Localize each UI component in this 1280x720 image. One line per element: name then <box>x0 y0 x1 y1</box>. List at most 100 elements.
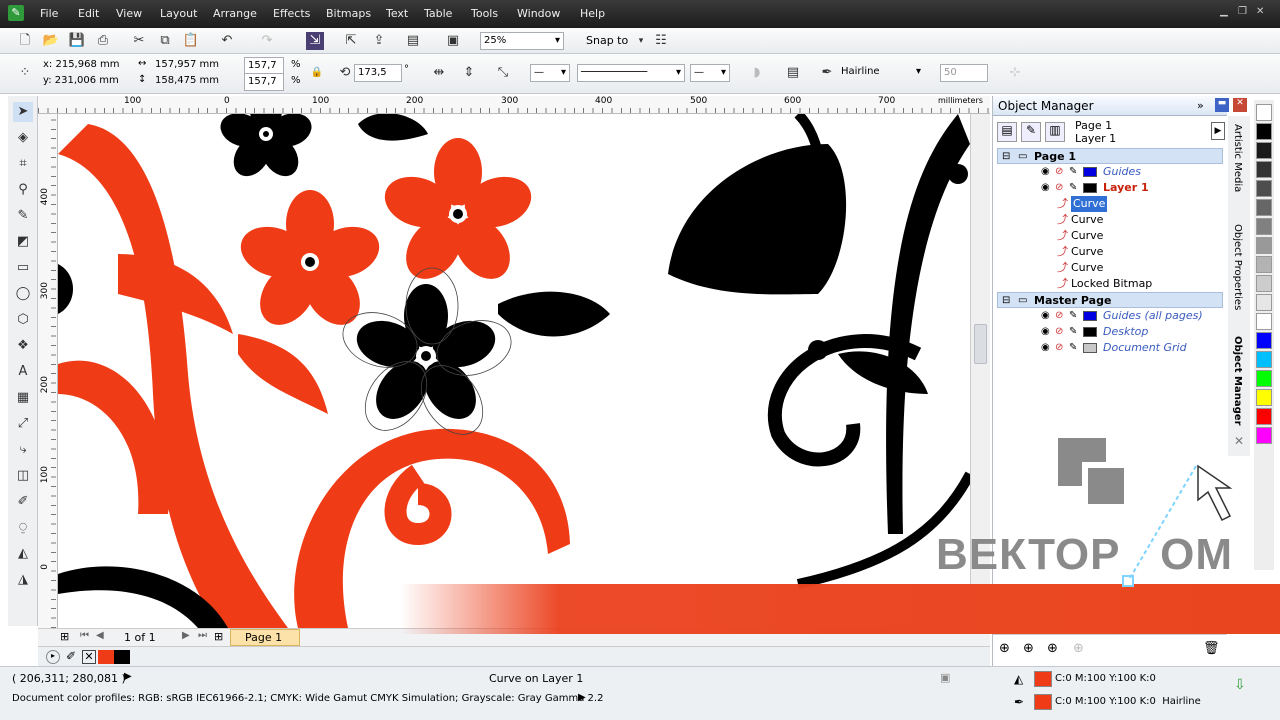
tab-artistic-media[interactable]: Artistic Media <box>1232 124 1243 192</box>
palette-swatch[interactable] <box>1256 351 1272 368</box>
lock-toggle-icon[interactable]: ✎ <box>1069 164 1077 180</box>
print-toggle-icon[interactable]: ⊘ <box>1055 164 1063 180</box>
palette-swatch[interactable] <box>1256 370 1272 387</box>
tree-layer-node[interactable]: ◉ ⊘ ✎ Layer 1 <box>997 180 1223 196</box>
tree-object-node[interactable]: ⤴ Locked Bitmap <box>997 276 1223 292</box>
welcome-screen-icon[interactable]: ▣ <box>444 32 462 50</box>
red-swatch[interactable] <box>98 650 114 664</box>
tab-object-manager[interactable]: Object Manager <box>1232 336 1243 426</box>
outline-tool-icon[interactable]: ⍜ <box>13 518 33 538</box>
to-curve-icon[interactable]: ⤡ <box>494 64 512 82</box>
tree-object-node[interactable]: ⤴ Curve <box>997 260 1223 276</box>
palette-swatch[interactable] <box>1256 294 1272 311</box>
add-page-icon[interactable]: ⊞ <box>60 630 69 643</box>
lock-toggle-icon[interactable]: ✎ <box>1069 308 1077 324</box>
tree-page-node[interactable]: ⊟ ▭ Page 1 <box>997 148 1223 164</box>
shape-tool-icon[interactable]: ◈ <box>13 128 33 148</box>
dimension-tool-icon[interactable]: ⤢ <box>13 414 33 434</box>
outline-width-select[interactable]: Hairline <box>838 64 924 82</box>
visibility-icon[interactable]: ◉ <box>1041 340 1050 356</box>
open-icon[interactable]: 📂 <box>42 32 60 50</box>
connector-tool-icon[interactable]: ⤷ <box>13 440 33 460</box>
add-page-after-icon[interactable]: ⊞ <box>214 630 223 643</box>
print-toggle-icon[interactable]: ⊘ <box>1055 180 1063 196</box>
palette-swatch[interactable] <box>1256 332 1272 349</box>
menu-arrange[interactable]: Arrange <box>213 7 257 20</box>
new-document-icon[interactable]: 🗋 <box>16 32 34 50</box>
reference-point-icon[interactable]: ⁘ <box>16 64 34 82</box>
menu-table[interactable]: Table <box>424 7 452 20</box>
outline-swatch[interactable] <box>1034 694 1052 710</box>
palette-swatch[interactable] <box>1256 180 1272 197</box>
visibility-icon[interactable]: ◉ <box>1041 164 1050 180</box>
menu-view[interactable]: View <box>116 7 142 20</box>
lock-toggle-icon[interactable]: ✎ <box>1069 324 1077 340</box>
tree-page-node[interactable]: ⊟ ▭ Master Page <box>997 292 1223 308</box>
palette-swatch[interactable] <box>1256 313 1272 330</box>
rectangle-tool-icon[interactable]: ▭ <box>13 258 33 278</box>
new-master-all-icon[interactable]: ⊕ <box>1047 641 1058 656</box>
lock-toggle-icon[interactable]: ✎ <box>1069 340 1077 356</box>
palette-swatch[interactable] <box>1256 256 1272 273</box>
collapse-icon[interactable]: ⊟ <box>1002 293 1010 309</box>
close-icon[interactable]: ✕ <box>1256 7 1266 17</box>
fill-tool-icon[interactable]: ◭ <box>13 544 33 564</box>
menu-edit[interactable]: Edit <box>78 7 99 20</box>
fill-swatch[interactable] <box>1034 671 1052 687</box>
palette-swatch[interactable] <box>1256 275 1272 292</box>
restore-icon[interactable]: ❐ <box>1238 7 1248 17</box>
lock-ratio-icon[interactable]: 🔒 <box>308 64 326 82</box>
show-properties-icon[interactable]: ▤ <box>997 122 1017 142</box>
ellipse-tool-icon[interactable]: ◯ <box>13 284 33 304</box>
tree-layer-node[interactable]: ◉ ⊘ ✎ Guides (all pages) <box>997 308 1223 324</box>
print-icon[interactable]: ⎙ <box>94 32 112 50</box>
print-toggle-icon[interactable]: ⊘ <box>1055 308 1063 324</box>
table-tool-icon[interactable]: ▦ <box>13 388 33 408</box>
expand-icon[interactable]: » <box>1197 99 1204 112</box>
menu-text[interactable]: Text <box>386 7 408 20</box>
blend-tool-icon[interactable]: ◫ <box>13 466 33 486</box>
minimize-icon[interactable]: ▁ <box>1220 7 1230 17</box>
import-icon[interactable]: ⇲ <box>306 32 324 50</box>
menu-window[interactable]: Window <box>517 7 560 20</box>
page-tab[interactable]: Page 1 <box>230 629 300 646</box>
menu-help[interactable]: Help <box>580 7 605 20</box>
line-style-select[interactable]: ─────────── <box>577 64 685 82</box>
mirror-vertical-icon[interactable]: ⇕ <box>460 64 478 82</box>
next-page-icon[interactable]: ▶ <box>182 630 190 641</box>
layer-flyout-icon[interactable]: ▶ <box>1211 122 1225 140</box>
tree-object-node[interactable]: ⤴ Curve <box>997 244 1223 260</box>
new-master-odd-icon[interactable]: ⊕ <box>1073 641 1084 656</box>
cut-icon[interactable]: ✂ <box>130 32 148 50</box>
tree-layer-node[interactable]: ◉ ⊘ ✎ Desktop <box>997 324 1223 340</box>
tree-object-node[interactable]: ⤴ Curve <box>997 228 1223 244</box>
new-master-layer-icon[interactable]: ⊕ <box>1023 641 1034 656</box>
nudge-field[interactable]: 50 <box>940 64 988 82</box>
visibility-icon[interactable]: ◉ <box>1041 324 1050 340</box>
rotation-field[interactable]: 173,5 <box>354 64 402 82</box>
zoom-level-select[interactable]: 25% <box>480 32 564 50</box>
palette-swatch[interactable] <box>1256 123 1272 140</box>
height-field[interactable]: 158,475 mm <box>152 73 228 91</box>
save-icon[interactable]: 💾 <box>68 32 86 50</box>
palette-swatch[interactable] <box>1256 237 1272 254</box>
print-toggle-icon[interactable]: ⊘ <box>1055 340 1063 356</box>
edit-across-layers-icon[interactable]: ✎ <box>1021 122 1041 142</box>
snap-to-button[interactable]: Snap to <box>586 34 628 47</box>
edit-fill-icon[interactable]: ⇩ <box>1234 677 1246 693</box>
collapse-icon[interactable]: ⊟ <box>1002 149 1010 165</box>
lock-toggle-icon[interactable]: ✎ <box>1069 180 1077 196</box>
start-arrow-select[interactable]: — <box>530 64 570 82</box>
delete-icon[interactable]: 🗑 <box>1203 641 1220 656</box>
scroll-thumb[interactable] <box>974 324 987 364</box>
publish-icon[interactable]: ⇪ <box>370 32 388 50</box>
app-launcher-icon[interactable]: ▤ <box>404 32 422 50</box>
menu-layout[interactable]: Layout <box>160 7 197 20</box>
pick-tool-icon[interactable]: ➤ <box>13 102 33 122</box>
prev-page-icon[interactable]: ◀ <box>96 630 104 641</box>
expand-arrow-icon[interactable]: ▶ <box>124 671 132 682</box>
close-tab-icon[interactable]: ✕ <box>1234 434 1244 448</box>
tree-layer-node[interactable]: ◉ ⊘ ✎ Guides <box>997 164 1223 180</box>
paste-icon[interactable]: 📋 <box>182 32 200 50</box>
copy-icon[interactable]: ⧉ <box>156 32 174 50</box>
